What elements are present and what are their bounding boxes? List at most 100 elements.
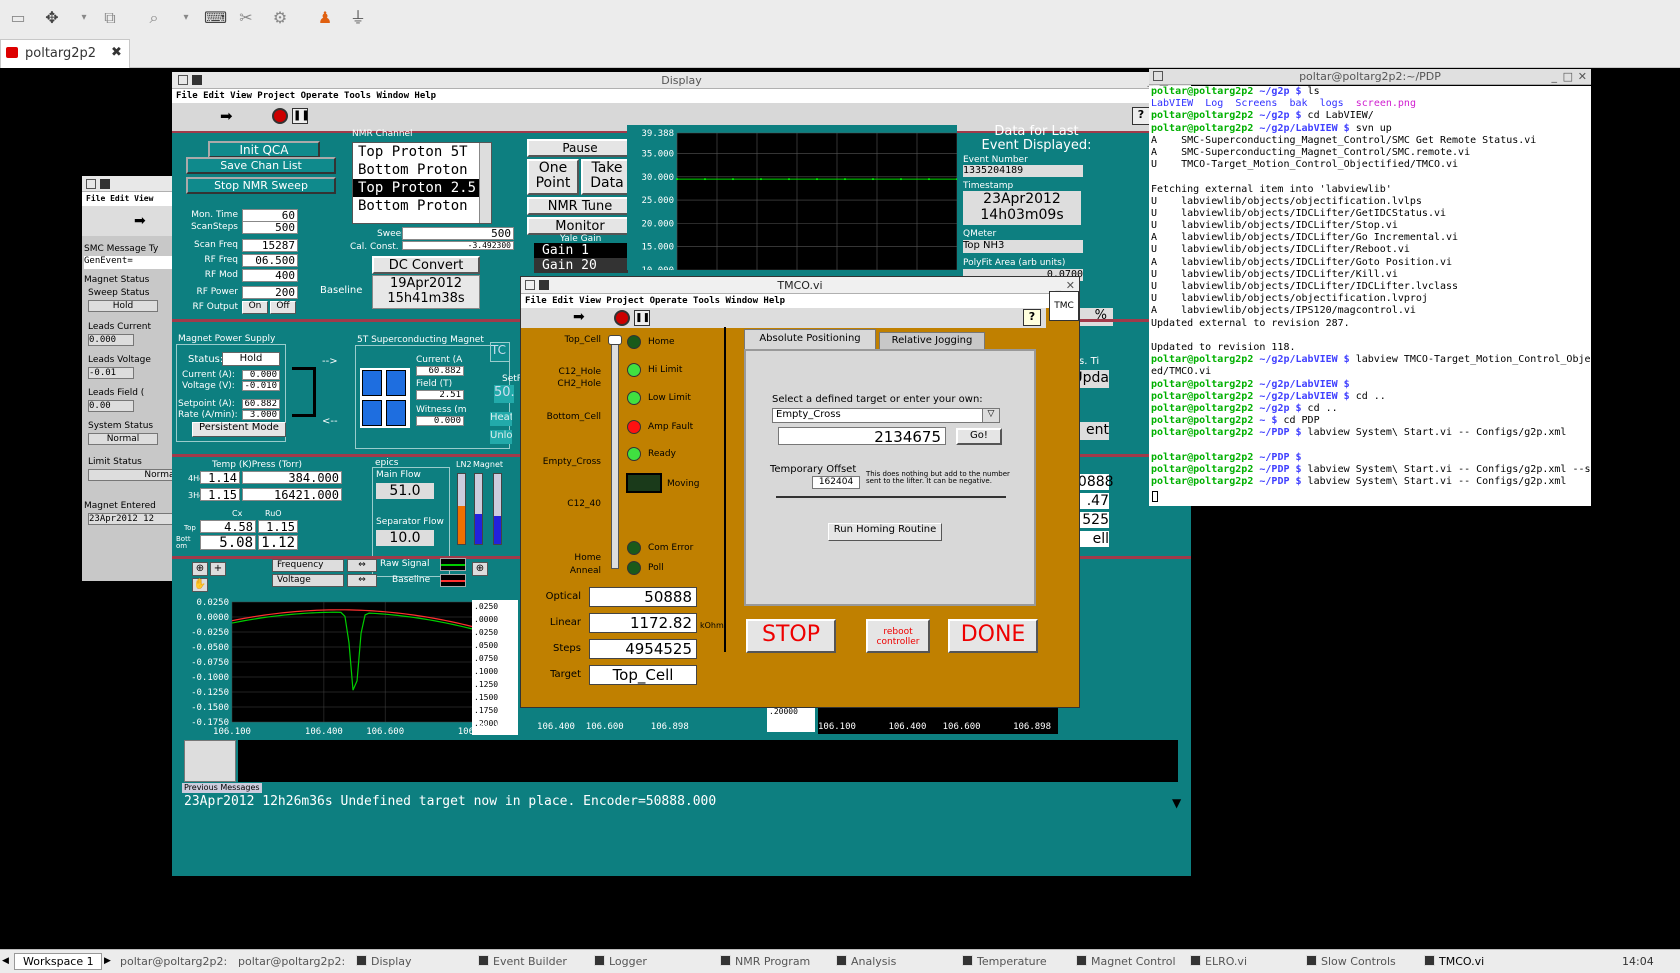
pause-icon[interactable]: ❚❚ — [634, 310, 650, 326]
run-arrow-icon[interactable]: ➡ — [134, 213, 146, 229]
minimize-icon[interactable]: _ — [1552, 69, 1558, 84]
param-value[interactable]: 15287 — [242, 239, 298, 252]
save-chan-list-button[interactable]: Save Chan List — [186, 157, 336, 174]
run-arrow-icon[interactable]: ➡ — [220, 107, 233, 125]
ps-rate-value[interactable]: 3.000 — [242, 410, 280, 420]
nmr-channel-item[interactable]: Top Proton 5T — [353, 143, 479, 161]
window-icon[interactable]: ▭ — [8, 9, 28, 27]
reboot-controller-button[interactable]: reboot controller — [866, 619, 930, 653]
target-number-input[interactable]: 2134675 — [778, 427, 946, 446]
nmr-channel-item[interactable]: Bottom Proton — [353, 161, 479, 179]
cal-const-value[interactable]: -3.492300 — [402, 241, 514, 250]
taskbar-item[interactable]: Logger — [594, 955, 647, 968]
rf-on-button[interactable]: On — [242, 301, 268, 314]
frequency-axis-control[interactable]: Frequency — [272, 559, 344, 572]
temp-offset-input[interactable]: 162404 — [812, 476, 860, 489]
gen-event-field[interactable]: GenEvent= — [84, 256, 180, 269]
param-value[interactable]: 500 — [242, 221, 298, 234]
close-icon[interactable]: ✕ — [1578, 69, 1587, 84]
keyboard-icon[interactable]: ⌨ — [204, 9, 227, 27]
taskbar-item[interactable]: Analysis — [836, 955, 896, 968]
next-workspace-icon[interactable]: ▶ — [104, 956, 111, 966]
taskbar-item[interactable]: NMR Program — [720, 955, 810, 968]
abort-icon[interactable] — [614, 310, 630, 326]
raw-signal-swatch[interactable] — [440, 558, 466, 571]
stop-nmr-sweep-button[interactable]: Stop NMR Sweep — [186, 177, 336, 194]
settings-icon[interactable]: ⚙ — [270, 9, 290, 27]
maximize-icon[interactable]: □ — [1563, 69, 1573, 84]
pause-icon[interactable]: ❚❚ — [292, 108, 310, 124]
zoom-icon[interactable]: ⊕ — [192, 562, 208, 576]
scrollbar[interactable] — [479, 143, 491, 223]
help-icon[interactable]: ? — [1023, 309, 1041, 326]
voltage-axis-control[interactable]: Voltage — [272, 574, 344, 587]
param-value[interactable]: 200 — [242, 286, 298, 299]
stop-button[interactable]: STOP — [746, 619, 836, 653]
pan-hand-icon[interactable]: ✋ — [192, 578, 208, 592]
sweeps-value[interactable]: 500 — [402, 227, 514, 240]
unlock-button[interactable]: Unloc — [490, 430, 512, 444]
nmr-channel-item[interactable]: Bottom Proton — [353, 197, 479, 215]
nmr-channel-list[interactable]: Top Proton 5T Bottom Proton Top Proton 2.5… — [352, 142, 492, 224]
target-select[interactable]: Empty_Cross — [772, 408, 1000, 423]
pause-button[interactable]: Pause — [527, 139, 633, 157]
param-value[interactable]: 06.500 — [242, 254, 298, 267]
taskbar-item[interactable]: Event Builder — [478, 955, 567, 968]
taskbar-item[interactable]: poltar@poltarg2p2: — [120, 955, 227, 968]
menu-bar[interactable]: File Edit View — [82, 192, 182, 206]
one-point-button[interactable]: One Point — [527, 159, 579, 195]
nmr-channel-item[interactable]: Top Proton 2.5 — [353, 179, 479, 197]
heater-button[interactable]: Heate — [490, 412, 512, 426]
window-menu-icon[interactable] — [525, 280, 535, 290]
done-button[interactable]: DONE — [948, 619, 1038, 653]
rf-off-button[interactable]: Off — [270, 301, 296, 314]
help-icon[interactable]: ? — [1132, 107, 1150, 125]
go-button[interactable]: Go! — [956, 428, 1002, 445]
session-tab[interactable]: poltarg2p2 ✖ — [0, 39, 130, 68]
prev-workspace-icon[interactable]: ◀ — [2, 956, 9, 966]
chevron-down-icon[interactable]: ▾ — [74, 9, 94, 27]
gain-option[interactable]: Gain 1 — [534, 243, 628, 258]
chevron-down-icon[interactable]: ▾ — [176, 9, 196, 27]
monitor-button[interactable]: Monitor — [527, 217, 633, 235]
taskbar-item[interactable]: Temperature — [962, 955, 1047, 968]
window-menu-icon[interactable] — [178, 75, 188, 85]
workspace-button[interactable]: Workspace 1 — [14, 953, 102, 970]
abort-icon[interactable] — [272, 108, 288, 124]
joystick-icon[interactable]: ♟ — [315, 9, 335, 27]
crosshair-icon[interactable]: + — [210, 562, 226, 576]
taskbar-item[interactable]: TMCO.vi — [1424, 955, 1484, 968]
dc-convert-button[interactable]: DC Convert — [372, 256, 480, 274]
ps-setpoint-value[interactable]: 60.882 — [242, 399, 280, 409]
init-qca-button[interactable]: Init QCA — [208, 141, 320, 158]
window-menu-icon[interactable] — [86, 179, 96, 189]
move-icon[interactable]: ✥ — [42, 9, 62, 27]
menu-bar[interactable]: File Edit View Project Operate Tools Win… — [172, 89, 1191, 103]
close-icon[interactable]: ✖ — [111, 45, 122, 60]
axis-format-icon[interactable]: ⇔ — [347, 559, 377, 572]
gain-option[interactable]: Gain 20 — [534, 258, 628, 273]
window-menu-icon[interactable] — [1153, 71, 1163, 81]
taskbar-item[interactable]: poltar@poltarg2p2: — [238, 955, 345, 968]
taskbar-item[interactable]: Display — [356, 955, 412, 968]
plug-icon[interactable]: ⏚ — [348, 9, 368, 27]
tab-relative-jogging[interactable]: Relative Jogging — [879, 332, 985, 349]
position-slider-thumb[interactable] — [608, 335, 622, 345]
tab-absolute-positioning[interactable]: Absolute Positioning — [744, 329, 876, 349]
copy-icon[interactable]: ⧉ — [100, 9, 120, 27]
position-slider-track[interactable] — [611, 341, 619, 569]
scroll-down-icon[interactable]: ▼ — [1172, 796, 1181, 810]
nmr-tune-button[interactable]: NMR Tune — [527, 197, 633, 215]
zoom-icon[interactable]: ⊕ — [472, 562, 488, 576]
scissors-icon[interactable]: ✂ — [236, 9, 256, 27]
menu-bar[interactable]: File Edit View Project Operate Tools Win… — [521, 294, 1079, 308]
run-homing-button[interactable]: Run Homing Routine — [828, 523, 942, 541]
run-arrow-icon[interactable]: ➡ — [573, 309, 585, 325]
persistent-mode-button[interactable]: Persistent Mode — [192, 422, 286, 437]
yale-gain-list[interactable]: Gain 1 Gain 20 — [534, 243, 628, 273]
terminal-output[interactable]: poltar@poltarg2p2 ~/g2p $ ls LabVIEW Log … — [1149, 86, 1591, 506]
taskbar-item[interactable]: Magnet Control — [1076, 955, 1176, 968]
zoom-icon[interactable]: ⌕ — [144, 9, 164, 27]
taskbar-item[interactable]: ELRO.vi — [1190, 955, 1247, 968]
taskbar-item[interactable]: Slow Controls — [1306, 955, 1396, 968]
